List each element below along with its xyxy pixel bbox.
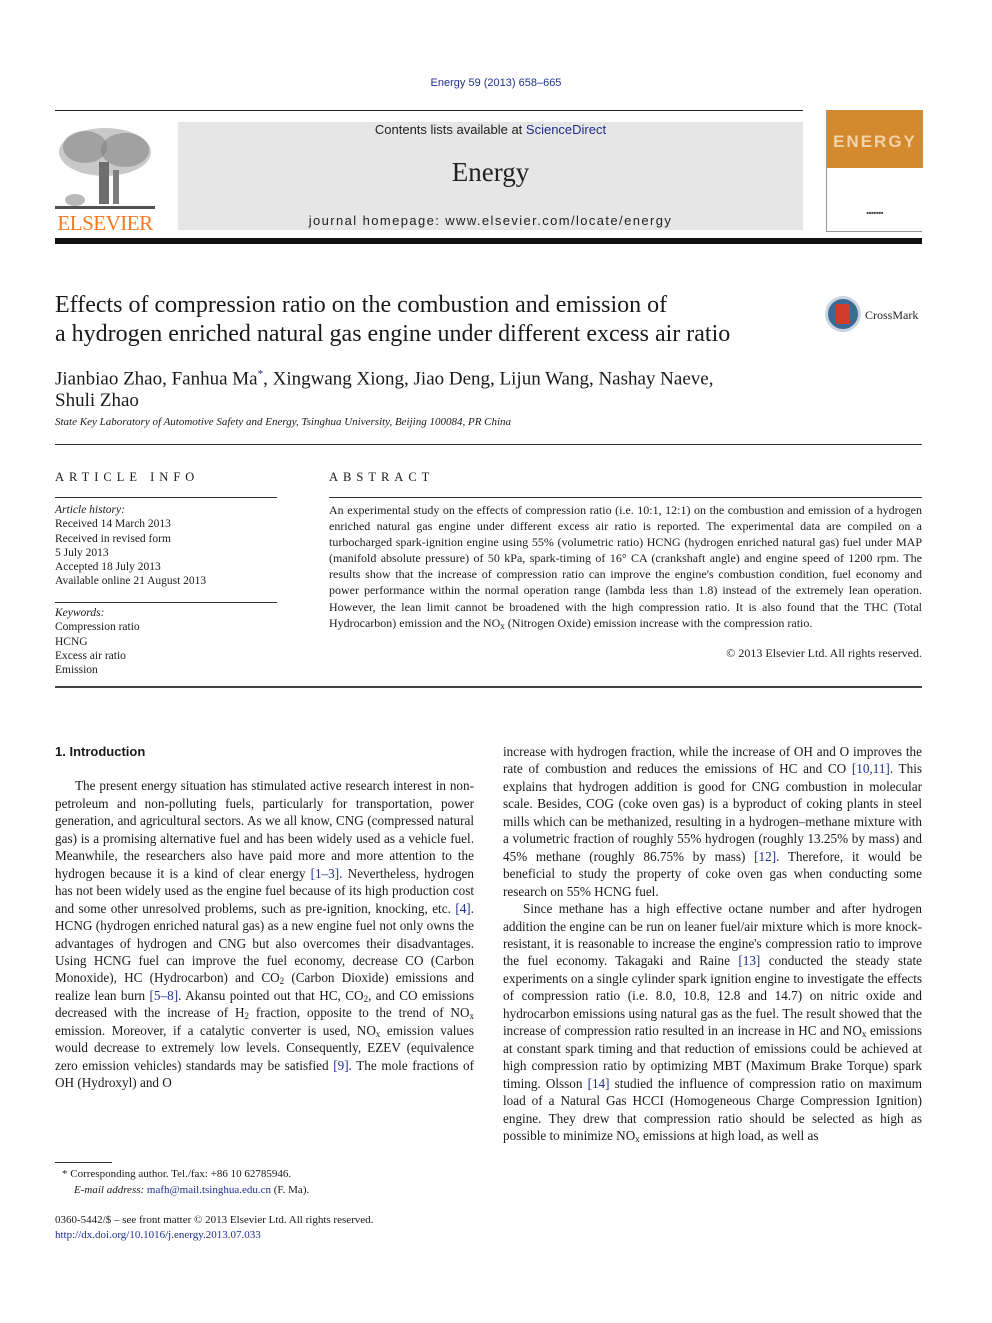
article-title: Effects of compression ratio on the comb…: [55, 291, 815, 349]
citation-link[interactable]: [12]: [754, 849, 776, 864]
header-thick-rule: [55, 238, 922, 244]
authors-part1: Jianbiao Zhao, Fanhua Ma: [55, 368, 258, 390]
doi-link[interactable]: http://dx.doi.org/10.1016/j.energy.2013.…: [55, 1229, 261, 1241]
keyword-item: Compression ratio: [55, 621, 140, 634]
citation-link[interactable]: [13]: [738, 953, 760, 968]
contents-line: Contents lists available at ScienceDirec…: [178, 122, 803, 137]
authors-part2: , Xingwang Xiong, Jiao Deng, Lijun Wang,…: [263, 368, 714, 390]
text: fraction, opposite to the trend of NO: [249, 1005, 470, 1021]
history-item: 5 July 2013: [55, 546, 109, 559]
body-column-left: 1. Introduction The present energy situa…: [55, 743, 474, 1092]
journal-cover-thumbnail[interactable]: ENERGY ■■■■■■■: [826, 110, 923, 232]
paragraph: increase with hydrogen fraction, while t…: [503, 743, 922, 900]
contents-prefix: Contents lists available at: [374, 122, 526, 137]
history-item: Available online 21 August 2013: [55, 575, 207, 588]
article-title-line1: Effects of compression ratio on the comb…: [55, 292, 668, 318]
elsevier-wordmark: ELSEVIER: [57, 211, 153, 235]
article-history: Article history: Received 14 March 2013 …: [55, 503, 277, 589]
keywords-rule: [55, 602, 277, 603]
abstract-heading: ABSTRACT: [329, 470, 435, 484]
abstract-text: An experimental study on the effects of …: [329, 502, 922, 631]
elsevier-logo[interactable]: ELSEVIER: [55, 118, 155, 235]
affiliation-rule: [55, 444, 922, 445]
citation-link[interactable]: [10,11]: [852, 761, 890, 776]
sciencedirect-link[interactable]: ScienceDirect: [526, 122, 606, 137]
email-link[interactable]: mafh@mail.tsinghua.edu.cn: [147, 1184, 271, 1196]
crossmark-label: CrossMark: [865, 308, 919, 322]
email-note: E-mail address: mafh@mail.tsinghua.edu.c…: [62, 1182, 309, 1198]
author-list: Jianbiao Zhao, Fanhua Ma*, Xingwang Xion…: [55, 363, 815, 412]
authors-line2: Shuli Zhao: [55, 390, 139, 412]
history-label: Article history:: [55, 504, 125, 516]
keywords: Keywords: Compression ratio HCNG Excess …: [55, 606, 277, 677]
keyword-item: Emission: [55, 664, 98, 677]
history-item: Accepted 18 July 2013: [55, 561, 161, 574]
article-info-heading: ARTICLE INFO: [55, 470, 200, 484]
footnote-rule: [55, 1162, 112, 1163]
subscript: x: [469, 1011, 474, 1022]
journal-homepage-link[interactable]: journal homepage: www.elsevier.com/locat…: [178, 213, 803, 228]
elsevier-tree-icon: [55, 128, 155, 209]
email-suffix: (F. Ma).: [271, 1184, 310, 1196]
abstract-copyright: © 2013 Elsevier Ltd. All rights reserved…: [726, 646, 922, 660]
body-column-right: increase with hydrogen fraction, while t…: [503, 743, 922, 1144]
crossmark-button[interactable]: CrossMark: [825, 296, 925, 336]
text: emissions at high load, as well as: [639, 1127, 819, 1143]
history-item: Received 14 March 2013: [55, 518, 171, 531]
paragraph: The present energy situation has stimula…: [55, 777, 474, 1091]
citation-link[interactable]: [5–8]: [150, 988, 179, 1003]
abstract-body: An experimental study on the effects of …: [329, 503, 922, 630]
article-title-line2: a hydrogen enriched natural gas engine u…: [55, 321, 731, 347]
journal-title: Energy: [451, 157, 530, 187]
cover-title: ENERGY: [833, 132, 917, 151]
journal-banner: Contents lists available at ScienceDirec…: [178, 122, 803, 230]
abstract-rule: [329, 497, 922, 498]
citation-link[interactable]: [9]: [333, 1058, 348, 1073]
front-matter-rule: [55, 686, 922, 688]
keywords-label: Keywords:: [55, 607, 105, 619]
paragraph: Since methane has a high effective octan…: [503, 900, 922, 1144]
citation-link[interactable]: [14]: [588, 1076, 610, 1091]
issn-line: 0360-5442/$ – see front matter © 2013 El…: [55, 1214, 374, 1226]
affiliation: State Key Laboratory of Automotive Safet…: [55, 416, 512, 428]
front-matter-footer: 0360-5442/$ – see front matter © 2013 El…: [55, 1213, 373, 1243]
footnote-text: Corresponding author. Tel./fax: +86 10 6…: [67, 1168, 292, 1180]
text: . Akansu pointed out that HC, CO: [178, 987, 364, 1003]
citation-link[interactable]: [1–3]: [311, 866, 340, 881]
journal-citation[interactable]: Energy 59 (2013) 658–665: [0, 77, 992, 89]
text: emission. Moreover, if a catalytic conve…: [55, 1022, 376, 1038]
article-info-rule: [55, 497, 277, 498]
abstract-body-end: (Nitrogen Oxide) emission increase with …: [504, 615, 813, 630]
email-label: E-mail address:: [74, 1184, 147, 1196]
crossmark-icon: [825, 296, 861, 332]
keyword-item: HCNG: [55, 635, 88, 648]
section-heading: 1. Introduction: [55, 744, 146, 759]
history-item: Received in revised form: [55, 532, 171, 545]
corresponding-author-note: * Corresponding author. Tel./fax: +86 10…: [62, 1166, 309, 1182]
cover-footer: ■■■■■■■: [866, 210, 884, 215]
citation-link[interactable]: [4]: [455, 901, 470, 916]
keyword-item: Excess air ratio: [55, 649, 126, 662]
footnotes: * Corresponding author. Tel./fax: +86 10…: [62, 1166, 309, 1198]
header-rule: [55, 110, 803, 111]
